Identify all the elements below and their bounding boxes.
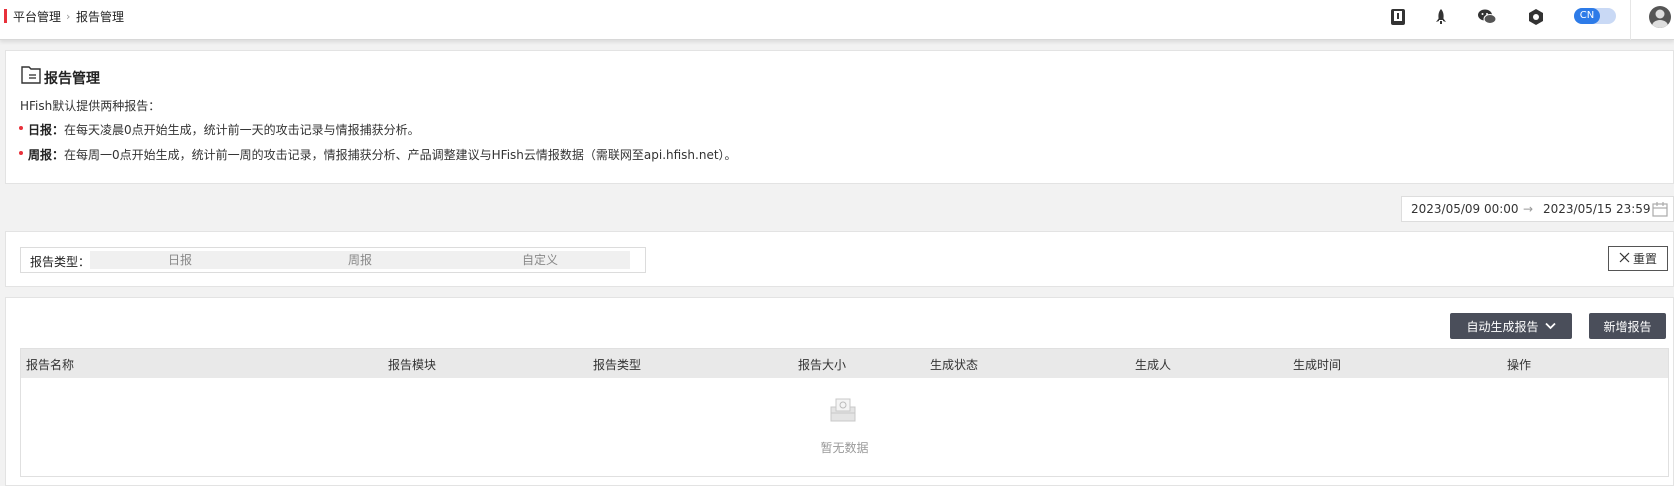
report-table-panel: 自动生成报告 新增报告 报告名称 报告模块 报告类型 报告大小 生成状态 生成人… <box>5 297 1674 486</box>
reset-button[interactable]: 重置 <box>1608 246 1668 271</box>
column-header-creator[interactable]: 生成人 <box>1135 356 1171 373</box>
empty-inbox-icon <box>829 397 857 423</box>
add-report-button[interactable]: 新增报告 <box>1589 313 1666 339</box>
daily-label: 日报： <box>28 123 65 137</box>
auto-generate-label: 自动生成报告 <box>1466 319 1539 334</box>
filter-option-custom[interactable]: 自定义 <box>450 251 630 269</box>
report-type-label: 报告类型： <box>30 255 91 269</box>
intro-weekly-line: 周报：在每周一0点开始生成，统计前一周的攻击记录，情报捕获分析、产品调整建议与H… <box>28 146 737 163</box>
column-header-size[interactable]: 报告大小 <box>798 356 846 373</box>
filter-option-daily[interactable]: 日报 <box>90 251 270 269</box>
column-header-type[interactable]: 报告类型 <box>593 356 641 373</box>
intro-daily-line: 日报：在每天凌晨0点开始生成，统计前一天的攻击记录与情报捕获分析。 <box>28 121 420 138</box>
column-header-name[interactable]: 报告名称 <box>26 356 74 373</box>
bullet-dot <box>19 126 23 130</box>
date-end[interactable]: 2023/05/15 23:59 <box>1543 202 1651 216</box>
weekly-label: 周报： <box>28 148 65 162</box>
add-report-label: 新增报告 <box>1603 319 1652 334</box>
breadcrumb-parent[interactable]: 平台管理 <box>13 9 61 25</box>
rocket-icon[interactable] <box>1431 7 1451 27</box>
page-title: 报告管理 <box>44 71 100 87</box>
column-header-module[interactable]: 报告模块 <box>388 356 436 373</box>
chevron-down-icon <box>1544 319 1556 333</box>
date-range-arrow: → <box>1523 202 1534 216</box>
column-header-actions: 操作 <box>1507 358 1532 372</box>
table-header: 报告名称 报告模块 报告类型 报告大小 生成状态 生成人 生成时间 操作 <box>21 349 1668 378</box>
date-range-picker[interactable]: 2023/05/09 00:00 → 2023/05/15 23:59 <box>1401 196 1674 222</box>
daily-text: 在每天凌晨0点开始生成，统计前一天的攻击记录与情报捕获分析。 <box>64 123 420 137</box>
language-toggle-label: CN <box>1574 8 1600 24</box>
breadcrumb-separator: › <box>66 10 71 23</box>
report-type-filter: 报告类型： 日报 周报 自定义 <box>20 247 646 273</box>
top-bar: 平台管理 › 报告管理 CN <box>0 0 1674 40</box>
date-start[interactable]: 2023/05/09 00:00 <box>1411 202 1519 216</box>
filter-option-weekly[interactable]: 周报 <box>270 251 450 269</box>
auto-generate-report-button[interactable]: 自动生成报告 <box>1450 313 1572 339</box>
filter-panel: 报告类型： 日报 周报 自定义 重置 <box>5 231 1674 287</box>
column-header-status[interactable]: 生成状态 <box>930 356 978 373</box>
intro-panel: 报告管理 HFish默认提供两种报告： 日报：在每天凌晨0点开始生成，统计前一天… <box>5 50 1674 184</box>
report-file-icon <box>20 65 41 85</box>
weekly-text: 在每周一0点开始生成，统计前一周的攻击记录，情报捕获分析、产品调整建议与HFis… <box>64 148 737 162</box>
wechat-icon[interactable] <box>1477 7 1497 27</box>
breadcrumb-current: 报告管理 <box>76 10 125 24</box>
hexagon-settings-icon[interactable] <box>1526 7 1546 27</box>
report-table: 报告名称 报告模块 报告类型 报告大小 生成状态 生成人 生成时间 操作 暂无数… <box>20 348 1669 477</box>
breadcrumb-accent-bar <box>4 9 7 23</box>
calendar-icon[interactable] <box>1652 201 1668 220</box>
reset-label: 重置 <box>1632 252 1657 266</box>
language-toggle[interactable]: CN <box>1574 8 1616 24</box>
avatar[interactable] <box>1649 6 1671 28</box>
bullet-dot <box>19 151 23 155</box>
close-icon <box>1619 252 1630 266</box>
empty-state-text: 暂无数据 <box>820 441 869 455</box>
book-icon[interactable] <box>1388 7 1408 27</box>
column-header-time[interactable]: 生成时间 <box>1293 356 1341 373</box>
intro-subtitle: HFish默认提供两种报告： <box>20 99 161 113</box>
topbar-divider <box>1630 0 1631 40</box>
